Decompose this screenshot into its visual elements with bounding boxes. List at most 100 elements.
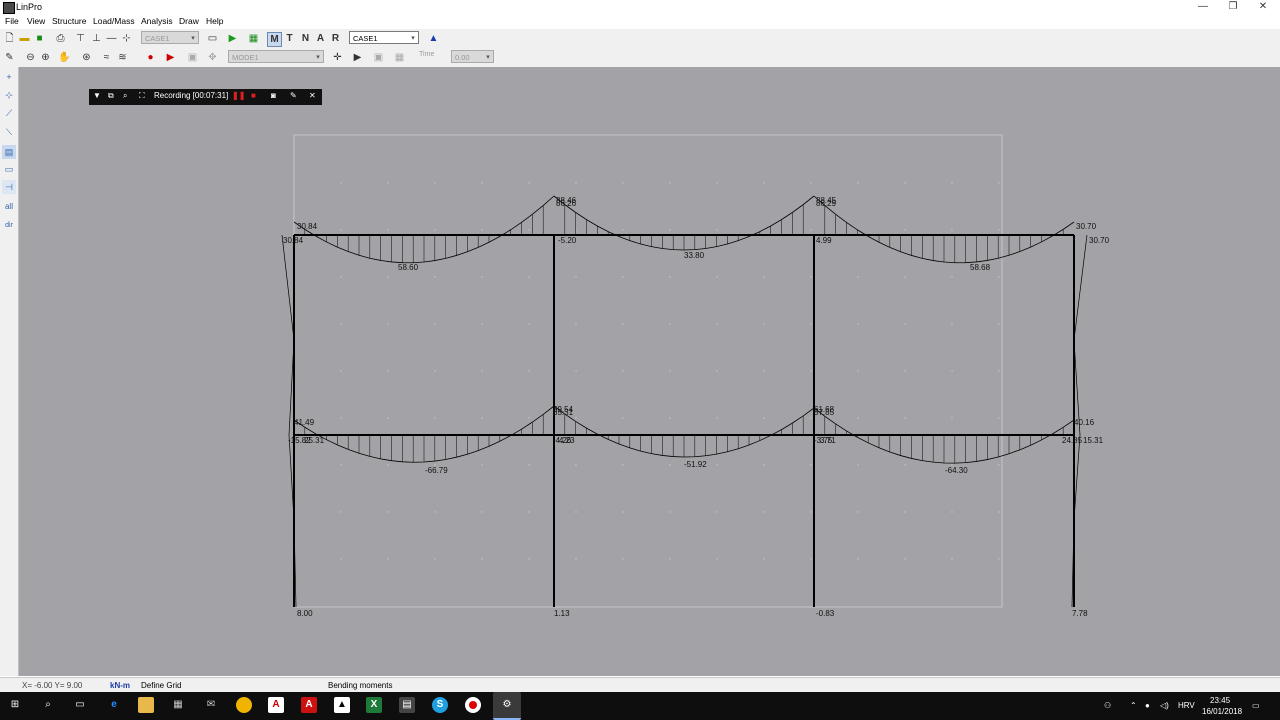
photos-icon[interactable]: ▲ xyxy=(334,697,350,713)
windows-start-icon[interactable]: ⊞ xyxy=(7,697,23,713)
grid-dot xyxy=(528,182,530,184)
moment-value-label: 4.23 xyxy=(559,436,575,445)
line-tool-icon[interactable]: — xyxy=(105,32,118,45)
acrobat-icon[interactable]: A xyxy=(301,697,317,713)
play-icon[interactable]: ▶ xyxy=(351,51,364,64)
grid-dot xyxy=(998,558,1000,560)
drawing-canvas[interactable]: 30.84 30.84 58.60 88.46 86.26 -5.20 33.80 88.45… xyxy=(19,67,1280,676)
pen-icon[interactable]: ✎ xyxy=(290,91,297,100)
print-icon[interactable]: ⎙ xyxy=(54,32,67,45)
store-icon[interactable]: ▦ xyxy=(170,697,186,713)
winrar-icon[interactable]: ▤ xyxy=(399,697,415,713)
add-node-icon[interactable]: ⊹ xyxy=(2,88,16,102)
play-red-icon[interactable]: ▶ xyxy=(164,51,177,64)
task-view-icon[interactable]: ▭ xyxy=(72,697,88,713)
camera-icon[interactable]: ◙ xyxy=(271,91,276,100)
recorder-close-icon[interactable]: ✕ xyxy=(309,91,316,100)
up-arrow-icon[interactable]: ▲ xyxy=(427,32,440,45)
menu-file[interactable]: File xyxy=(5,16,19,26)
grid-dot xyxy=(481,511,483,513)
chrome-icon[interactable] xyxy=(236,697,252,713)
move-icon[interactable]: ✛ xyxy=(331,51,344,64)
mode-shape-icon[interactable]: ≋ xyxy=(116,51,129,64)
axial-icon[interactable]: A xyxy=(314,32,327,45)
recorder-search-icon[interactable]: ⌕ xyxy=(123,91,127,101)
pan-icon[interactable]: ✋ xyxy=(58,51,71,64)
chevron-up-icon[interactable]: ⌃ xyxy=(1130,701,1137,710)
grid-dot xyxy=(622,464,624,466)
hinge-icon[interactable]: ⊣ xyxy=(2,180,16,194)
moment-diagram-icon[interactable]: M xyxy=(267,32,282,47)
draw-member-icon[interactable]: ⟋ xyxy=(2,106,16,120)
units-indicator[interactable]: kN-m xyxy=(110,681,130,690)
shear-diagram-icon[interactable]: T xyxy=(283,32,296,45)
moment-value-label: -64.30 xyxy=(945,466,968,475)
select-all-button[interactable]: all xyxy=(2,200,16,214)
zoom-out-icon[interactable]: ⊖ xyxy=(24,51,37,64)
grid-dot xyxy=(951,370,953,372)
volume-icon[interactable]: ◁) xyxy=(1160,701,1169,710)
frame-icon[interactable]: ▭ xyxy=(206,32,219,45)
support-tool-icon[interactable]: ⊥ xyxy=(90,32,103,45)
file-explorer-icon[interactable] xyxy=(138,697,154,713)
search-icon[interactable]: ⌕ xyxy=(40,697,56,713)
stop-icon[interactable]: ■ xyxy=(251,91,256,100)
normal-force-icon[interactable]: N xyxy=(299,32,312,45)
grid-dot xyxy=(669,323,671,325)
member-end-icon[interactable]: ⟍ xyxy=(2,125,16,139)
moment-value-label: 7.78 xyxy=(1072,609,1088,618)
grid-select-icon[interactable]: ▤ xyxy=(2,145,16,159)
direction-button[interactable]: dir xyxy=(2,219,16,233)
recorder-menu-icon[interactable]: ▼ xyxy=(93,91,101,100)
deformed-icon[interactable]: ≈ xyxy=(100,51,113,64)
recorder-window-icon[interactable]: ⧉ xyxy=(108,91,114,101)
record-icon[interactable]: ● xyxy=(144,51,157,64)
minimize-icon[interactable]: — xyxy=(1188,0,1218,15)
language-indicator[interactable]: HRV xyxy=(1178,701,1195,710)
open-icon[interactable]: ▬ xyxy=(18,32,31,45)
clock-time[interactable]: 23:45 xyxy=(1210,696,1230,705)
reactions-icon[interactable]: R xyxy=(329,32,342,45)
zoom-in-icon[interactable]: ⊕ xyxy=(39,51,52,64)
excel-icon[interactable]: X xyxy=(366,697,382,713)
results-icon[interactable]: ▦ xyxy=(247,32,260,45)
grid-dot xyxy=(951,276,953,278)
new-icon[interactable]: 🗋 xyxy=(3,32,16,45)
recorder-app-icon[interactable] xyxy=(465,697,481,713)
grid-icon: ▦ xyxy=(394,52,405,63)
menu-analysis[interactable]: Analysis xyxy=(141,16,173,26)
linpro-taskbar-icon[interactable]: ⚙ xyxy=(493,692,521,720)
load-case-select[interactable]: CASE1 ▾ xyxy=(141,31,199,44)
menu-load-mass[interactable]: Load/Mass xyxy=(93,16,135,26)
edit-icon[interactable]: ✎ xyxy=(3,51,16,64)
weather-icon[interactable]: ● xyxy=(1145,701,1150,710)
grid-dot xyxy=(951,417,953,419)
grid-dot xyxy=(528,558,530,560)
close-icon[interactable]: ✕ xyxy=(1248,0,1278,15)
menu-view[interactable]: View xyxy=(27,16,45,26)
people-icon[interactable]: ⚇ xyxy=(1104,701,1111,710)
mail-icon[interactable]: ✉ xyxy=(203,697,219,713)
grid-dot xyxy=(434,323,436,325)
menu-structure[interactable]: Structure xyxy=(52,16,87,26)
edge-icon[interactable]: e xyxy=(106,697,122,713)
run-analysis-icon[interactable]: ▶ xyxy=(226,32,239,45)
clock-date[interactable]: 16/01/2018 xyxy=(1202,707,1242,716)
case-select[interactable]: CASE1 ▾ xyxy=(349,31,419,44)
restore-icon[interactable]: ❐ xyxy=(1218,0,1248,15)
moment-value-label: 41.49 xyxy=(294,418,315,427)
beam-tool-icon[interactable]: ⊤ xyxy=(74,32,87,45)
pdf-icon[interactable]: A xyxy=(268,697,284,713)
menu-help[interactable]: Help xyxy=(206,16,223,26)
grid-point-icon[interactable]: + xyxy=(2,70,16,84)
menu-draw[interactable]: Draw xyxy=(179,16,199,26)
pause-icon[interactable]: ❚❚ xyxy=(232,91,245,100)
save-icon[interactable]: ■ xyxy=(33,32,46,45)
notifications-icon[interactable]: ▭ xyxy=(1252,701,1260,710)
node-tool-icon[interactable]: ⊹ xyxy=(120,32,133,45)
skype-icon[interactable]: S xyxy=(432,697,448,713)
grid-dot xyxy=(481,417,483,419)
zoom-window-icon[interactable]: ⊛ xyxy=(80,51,93,64)
section-icon[interactable]: ▭ xyxy=(2,162,16,176)
recorder-region-icon[interactable]: ⛶ xyxy=(139,91,145,101)
